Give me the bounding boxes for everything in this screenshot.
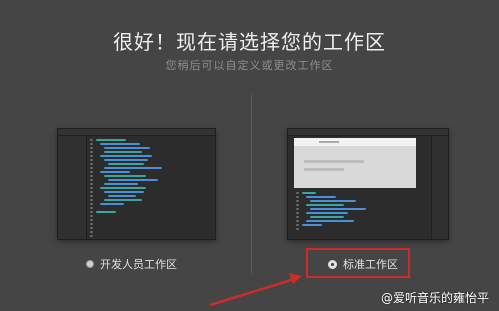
preview-toolbar — [58, 129, 215, 136]
code-gutter-mark — [296, 216, 299, 218]
section-divider — [251, 95, 252, 273]
code-line — [96, 211, 116, 213]
code-gutter-mark — [90, 179, 93, 181]
code-gutter-mark — [90, 187, 93, 189]
preview-live-view-block — [304, 168, 344, 171]
code-line — [100, 155, 152, 157]
highlight-box — [306, 248, 410, 278]
preview-code-area — [296, 192, 428, 235]
standard-workspace-preview[interactable] — [287, 128, 449, 240]
developer-workspace-preview[interactable] — [57, 128, 216, 240]
arrow-shaft — [209, 276, 299, 307]
code-gutter-mark — [90, 207, 93, 209]
arrow-head — [289, 273, 302, 284]
code-line — [306, 204, 344, 206]
preview-code-area — [90, 139, 211, 237]
code-gutter-mark — [90, 231, 93, 233]
page-title: 很好！现在请选择您的工作区 — [113, 30, 386, 54]
code-gutter-mark — [296, 228, 299, 230]
code-gutter-mark — [296, 208, 299, 210]
code-gutter-mark — [296, 192, 299, 194]
code-line — [310, 208, 366, 210]
code-line — [302, 224, 322, 226]
code-gutter-mark — [90, 139, 93, 141]
code-gutter-mark — [90, 235, 93, 237]
code-gutter-mark — [90, 195, 93, 197]
code-line — [104, 199, 142, 201]
code-gutter-mark — [90, 219, 93, 221]
code-gutter-mark — [296, 204, 299, 206]
code-gutter-mark — [90, 163, 93, 165]
code-gutter-mark — [90, 223, 93, 225]
code-line — [306, 196, 336, 198]
preview-live-view-block — [304, 160, 364, 163]
code-line — [104, 175, 146, 177]
code-line — [104, 183, 138, 185]
code-gutter-mark — [90, 171, 93, 173]
watermark: @爱听音乐的雍怡平 — [380, 291, 489, 305]
code-gutter-mark — [90, 211, 93, 213]
code-gutter-mark — [90, 203, 93, 205]
code-gutter-mark — [296, 196, 299, 198]
preview-live-view — [294, 138, 416, 188]
code-gutter-mark — [296, 200, 299, 202]
code-gutter-mark — [90, 167, 93, 169]
code-gutter-mark — [90, 199, 93, 201]
code-line — [306, 220, 354, 222]
code-gutter-mark — [90, 143, 93, 145]
code-gutter-mark — [90, 191, 93, 193]
preview-toolbar — [288, 129, 448, 136]
radio-button[interactable] — [86, 260, 94, 268]
preview-live-view-bar — [294, 138, 416, 146]
code-line — [302, 192, 316, 194]
code-gutter-mark — [90, 151, 93, 153]
code-gutter-mark — [90, 215, 93, 217]
code-gutter-mark — [296, 224, 299, 226]
code-line — [104, 151, 142, 153]
developer-workspace-option[interactable]: 开发人员工作区 — [86, 256, 177, 272]
code-gutter-mark — [90, 227, 93, 229]
code-gutter-mark — [90, 147, 93, 149]
code-gutter-mark — [90, 159, 93, 161]
code-gutter-mark — [90, 183, 93, 185]
code-line — [306, 212, 348, 214]
preview-side-panel — [431, 136, 448, 239]
code-line — [104, 159, 148, 161]
code-line — [104, 191, 144, 193]
code-line — [310, 200, 356, 202]
page-subtitle: 您稍后可以自定义或更改工作区 — [165, 59, 334, 72]
code-line — [96, 139, 126, 141]
code-line — [104, 147, 150, 149]
code-line — [108, 195, 136, 197]
code-line — [100, 171, 130, 173]
code-line — [100, 143, 140, 145]
code-gutter-mark — [90, 155, 93, 157]
code-line — [100, 203, 124, 205]
code-gutter-mark — [296, 212, 299, 214]
code-line — [310, 216, 344, 218]
code-line — [108, 163, 144, 165]
preview-live-view-block — [319, 141, 339, 143]
code-gutter-mark — [90, 175, 93, 177]
code-line — [104, 167, 162, 169]
code-line — [100, 187, 146, 189]
code-gutter-mark — [296, 220, 299, 222]
option-label: 开发人员工作区 — [100, 258, 177, 271]
preview-file-panel — [58, 136, 87, 239]
code-line — [108, 179, 158, 181]
